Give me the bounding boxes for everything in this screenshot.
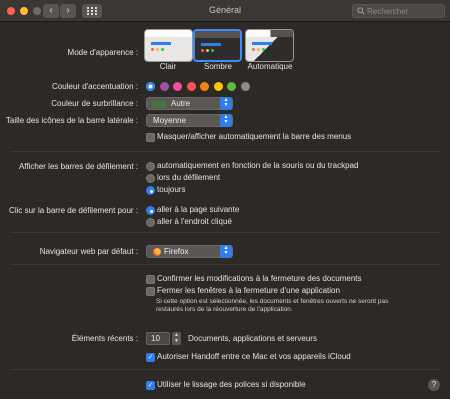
popup-arrows-icon: ▴ ▾ <box>220 97 232 110</box>
close-windows-label: Fermer les fenêtres à la fermeture d'une… <box>157 286 340 295</box>
default-browser-popup[interactable]: Firefox ▴ ▾ <box>146 245 233 258</box>
highlight-color-swatch <box>152 101 166 107</box>
highlight-color-value: Autre <box>171 99 191 108</box>
appearance-clair-label: Clair <box>159 62 177 71</box>
appearance-label: Mode d'apparence : <box>67 48 138 57</box>
accent-color-swatch[interactable] <box>159 82 169 91</box>
menubar-autohide-checkbox[interactable] <box>146 133 155 142</box>
accent-color-swatch[interactable] <box>146 82 155 91</box>
accent-color-swatch[interactable] <box>240 82 250 91</box>
click-jump-spot-label: aller à l'endroit cliqué <box>157 217 232 226</box>
accent-color-swatch[interactable] <box>200 82 209 91</box>
separator <box>10 151 440 152</box>
menubar-autohide-label: Masquer/afficher automatiquement la barr… <box>157 132 352 141</box>
appearance-sombre-thumbnail[interactable] <box>193 29 242 62</box>
recent-items-value: 10 <box>151 334 160 343</box>
accent-color-swatch[interactable] <box>227 82 236 91</box>
search-icon <box>357 7 365 15</box>
accent-color-swatch[interactable] <box>213 82 223 91</box>
scrollbars-scrolling-radio[interactable] <box>146 174 155 183</box>
recent-items-label: Éléments récents : <box>71 334 138 343</box>
handoff-checkbox[interactable]: ✓ <box>146 353 155 362</box>
default-browser-label: Navigateur web par défaut : <box>39 247 138 256</box>
accent-color-swatch[interactable] <box>186 82 196 91</box>
appearance-sombre-label: Sombre <box>203 62 232 71</box>
confirm-changes-checkbox[interactable] <box>146 275 155 284</box>
scrollbars-always-radio[interactable] <box>146 186 155 195</box>
firefox-icon <box>153 248 161 256</box>
show-scrollbars-label: Afficher les barres de défilement : <box>18 162 138 171</box>
scrollbars-auto-label: automatiquement en fonction de la souris… <box>157 161 359 170</box>
appearance-clair-thumbnail[interactable] <box>144 29 193 62</box>
separator <box>10 264 440 265</box>
scrollbars-scrolling-label: lors du défilement <box>157 173 221 182</box>
default-browser-value: Firefox <box>164 247 189 256</box>
appearance-automatique-thumbnail[interactable] <box>245 29 294 62</box>
highlight-color-popup[interactable]: Autre ▴ ▾ <box>146 97 233 110</box>
accent-color-swatch[interactable] <box>173 82 182 91</box>
scrollbars-auto-radio[interactable] <box>146 162 155 171</box>
click-next-page-radio[interactable] <box>146 206 155 215</box>
click-jump-spot-radio[interactable] <box>146 218 155 227</box>
sidebar-icon-size-value: Moyenne <box>153 116 186 125</box>
separator <box>10 232 440 233</box>
sidebar-icon-size-popup[interactable]: Moyenne ▴ ▾ <box>146 114 233 127</box>
font-smoothing-checkbox[interactable]: ✓ <box>146 381 155 390</box>
appearance-automatique-label: Automatique <box>247 62 293 71</box>
title-bar: ‹ › Général <box>0 0 450 22</box>
click-scrollbar-label: Clic sur la barre de défilement pour : <box>9 206 138 215</box>
font-smoothing-label: Utiliser le lissage des polices si dispo… <box>157 380 306 389</box>
popup-arrows-icon: ▴ ▾ <box>220 114 232 127</box>
popup-arrows-icon: ▴ ▾ <box>220 245 232 258</box>
help-button[interactable]: ? <box>428 379 440 391</box>
highlight-color-label: Couleur de surbrillance : <box>51 99 138 108</box>
scrollbars-always-label: toujours <box>157 185 186 194</box>
search-field[interactable] <box>352 4 445 18</box>
search-input[interactable] <box>367 5 443 17</box>
chevron-up-down-icon: ▲ ▼ <box>174 332 179 344</box>
checkmark-icon: ✓ <box>147 382 154 389</box>
recent-items-arrows[interactable]: ▲ ▼ <box>172 332 181 345</box>
question-mark-icon: ? <box>431 380 437 389</box>
checkmark-icon: ✓ <box>147 354 154 361</box>
close-windows-checkbox[interactable] <box>146 287 155 296</box>
separator <box>10 369 440 370</box>
confirm-changes-label: Confirmer les modifications à la fermetu… <box>157 274 362 283</box>
recent-items-suffix: Documents, applications et serveurs <box>188 334 317 343</box>
click-next-page-label: aller à la page suivante <box>157 205 240 214</box>
recent-items-popup[interactable]: 10 <box>146 332 170 345</box>
handoff-label: Autoriser Handoff entre ce Mac et vos ap… <box>157 352 351 361</box>
sidebar-icon-size-label: Taille des icônes de la barre latérale : <box>5 116 138 125</box>
accent-color-label: Couleur d'accentuation : <box>51 82 138 91</box>
close-windows-note: Si cette option est sélectionnée, les do… <box>156 298 389 313</box>
